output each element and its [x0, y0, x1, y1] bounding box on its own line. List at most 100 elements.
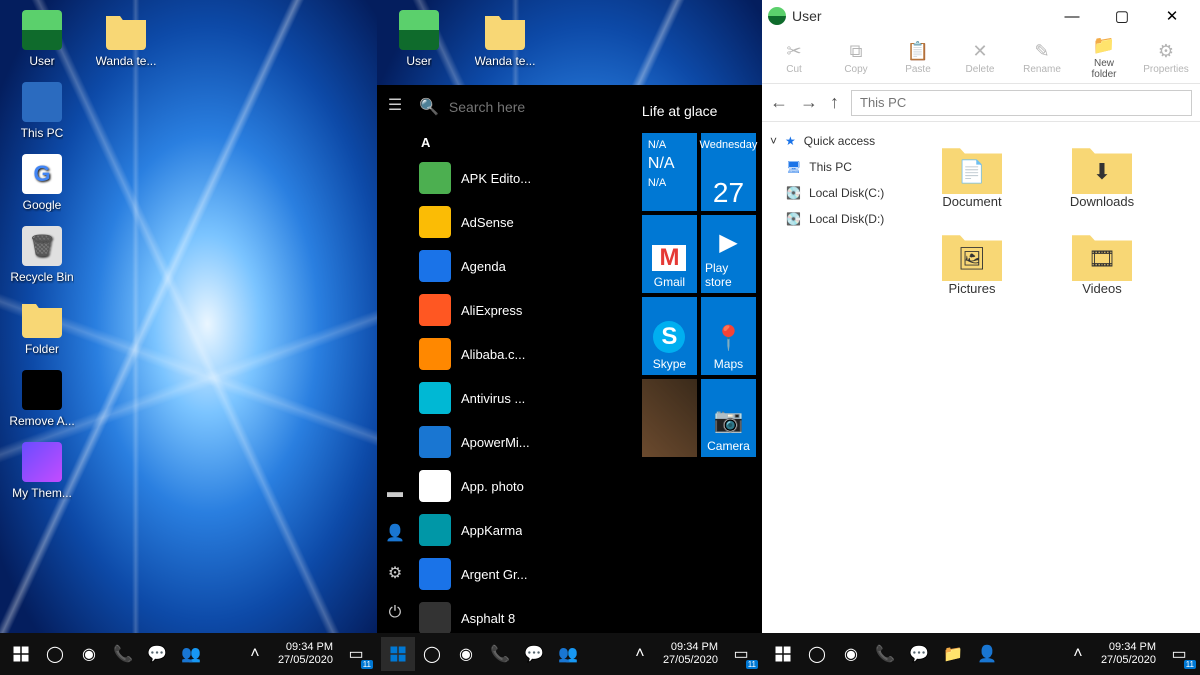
taskbar-clock[interactable]: 09:34 PM27/05/2020	[1095, 641, 1162, 667]
tray-chevron-icon[interactable]: ˄	[1061, 637, 1095, 671]
desktop-icon-mythemes[interactable]: My Them...	[2, 436, 82, 506]
action-center-icon[interactable]: ▭	[1162, 637, 1196, 671]
up-button[interactable]: ↑	[830, 92, 839, 113]
file-explorer-screen: User — ▢ ✕ ✂Cut⧉Copy📋Paste✕Delete✎Rename…	[762, 0, 1200, 675]
ribbon-cut[interactable]: ✂Cut	[772, 41, 816, 75]
start-search[interactable]: 🔍	[413, 85, 636, 129]
forward-button[interactable]: →	[800, 92, 818, 113]
tile-playstore[interactable]: ▶Play store	[701, 215, 756, 293]
tile-gallery[interactable]	[642, 379, 697, 457]
messages-icon[interactable]: 💬	[517, 637, 551, 671]
folder-videos[interactable]: 🎞Videos	[1052, 229, 1152, 296]
action-center-icon[interactable]: ▭	[724, 637, 758, 671]
tile-label: Skype	[653, 357, 686, 371]
start-app-list: 🔍 A APK Edito...AdSenseAgendaAliExpress A…	[413, 85, 636, 633]
desktop-icon-removea[interactable]: Remove A...	[2, 364, 82, 434]
cortana-icon[interactable]: ◯	[38, 637, 72, 671]
phone-icon[interactable]: 📞	[868, 637, 902, 671]
app-item[interactable]: Antivirus ...	[413, 376, 636, 420]
app-item[interactable]: ApowerMi...	[413, 420, 636, 464]
close-button[interactable]: ✕	[1150, 1, 1194, 31]
folder-pictures[interactable]: 🖼Pictures	[922, 229, 1022, 296]
tile-gmail[interactable]: MGmail	[642, 215, 697, 293]
minimize-button[interactable]: —	[1050, 1, 1094, 31]
desktop-icon-wanda[interactable]: Wanda te...	[465, 4, 545, 74]
start-button[interactable]	[4, 637, 38, 671]
chrome-icon[interactable]: ◉	[72, 637, 106, 671]
hamburger-icon[interactable]: ☰	[377, 85, 413, 125]
folder-overlay-icon: 🖼	[950, 243, 994, 275]
address-bar[interactable]	[851, 90, 1192, 116]
taskbar-clock[interactable]: 09:34 PM27/05/2020	[657, 641, 724, 667]
tile-camera[interactable]: 📷Camera	[701, 379, 756, 457]
cortana-icon[interactable]: ◯	[800, 637, 834, 671]
folder-document[interactable]: 📄Document	[922, 142, 1022, 209]
ribbon-paste[interactable]: 📋Paste	[896, 41, 940, 75]
app-item[interactable]: Agenda	[413, 244, 636, 288]
phone-icon[interactable]: 📞	[483, 637, 517, 671]
desktop-icon-user[interactable]: User	[2, 4, 82, 74]
ribbon-properties[interactable]: ⚙Properties	[1144, 41, 1188, 75]
folder-icon: ⬇	[1072, 142, 1132, 194]
folder-downloads[interactable]: ⬇Downloads	[1052, 142, 1152, 209]
contacts-icon[interactable]: 👥	[174, 637, 208, 671]
ribbon: ✂Cut ⧉Copy 📋Paste ✕Delete ✎Rename 📁New folder…	[762, 32, 1200, 84]
start-tiles-panel: Life at glace N/A N/A N/A Wednesday 27 M…	[636, 85, 762, 633]
ribbon-rename[interactable]: ✎Rename	[1020, 41, 1064, 75]
ribbon-delete[interactable]: ✕Delete	[958, 41, 1002, 75]
taskbar-clock[interactable]: 09:34 PM27/05/2020	[272, 641, 339, 667]
search-input[interactable]	[449, 99, 630, 115]
desktop-icon-google[interactable]: GGoogle	[2, 148, 82, 218]
app-item[interactable]: Alibaba.c...	[413, 332, 636, 376]
rail-apps-icon[interactable]: ▬	[377, 473, 413, 513]
sidebar-thispc[interactable]: 🖥This PC	[768, 154, 896, 180]
app-item[interactable]: AliExpress	[413, 288, 636, 332]
tray-chevron-icon[interactable]: ˄	[623, 637, 657, 671]
letter-header[interactable]: A	[413, 129, 636, 156]
explorer-icon[interactable]: 📁	[936, 637, 970, 671]
tile-calendar[interactable]: Wednesday 27	[701, 133, 756, 211]
app-item[interactable]: AppKarma	[413, 508, 636, 552]
action-center-icon[interactable]: ▭	[339, 637, 373, 671]
sidebar-disk-c[interactable]: 💽Local Disk(C:)	[768, 180, 896, 206]
app-label: Alibaba.c...	[461, 347, 525, 362]
cortana-icon[interactable]: ◯	[415, 637, 449, 671]
phone-icon[interactable]: 📞	[106, 637, 140, 671]
chrome-icon[interactable]: ◉	[449, 637, 483, 671]
start-menu: ☰ ▬ 👤 ⚙ ⏻ 🔍 A APK Edito...AdSenseAgendaA…	[377, 85, 762, 633]
app-item[interactable]: Asphalt 8	[413, 596, 636, 633]
desktop-icon-folder[interactable]: Folder	[2, 292, 82, 362]
maximize-button[interactable]: ▢	[1100, 1, 1144, 31]
chrome-icon[interactable]: ◉	[834, 637, 868, 671]
back-button[interactable]: ←	[770, 92, 788, 113]
sidebar-quickaccess[interactable]: ˅★Quick access	[768, 128, 896, 154]
desktop-icon-wanda[interactable]: Wanda te...	[86, 4, 166, 74]
desktop-icon-thispc[interactable]: This PC	[2, 76, 82, 146]
desktop-icon-user[interactable]: User	[379, 4, 459, 74]
start-button[interactable]	[766, 637, 800, 671]
sidebar-disk-d[interactable]: 💽Local Disk(D:)	[768, 206, 896, 232]
tile-skype[interactable]: SSkype	[642, 297, 697, 375]
tile-maps[interactable]: 📍Maps	[701, 297, 756, 375]
rail-settings-icon[interactable]: ⚙	[377, 553, 413, 593]
desktop-icon-recyclebin[interactable]: 🗑Recycle Bin	[2, 220, 82, 290]
ribbon-copy[interactable]: ⧉Copy	[834, 41, 878, 75]
messages-icon[interactable]: 💬	[140, 637, 174, 671]
clock-time: 09:34 PM	[278, 641, 333, 654]
app-item[interactable]: AdSense	[413, 200, 636, 244]
contacts-icon[interactable]: 👥	[551, 637, 585, 671]
tray-chevron-icon[interactable]: ˄	[238, 637, 272, 671]
messages-icon[interactable]: 💬	[902, 637, 936, 671]
ribbon-new-folder[interactable]: 📁New folder	[1082, 35, 1126, 80]
app-item[interactable]: App. photo	[413, 464, 636, 508]
app-item[interactable]: APK Edito...	[413, 156, 636, 200]
tile-weather[interactable]: N/A N/A N/A	[642, 133, 697, 211]
app-item[interactable]: Argent Gr...	[413, 552, 636, 596]
start-button[interactable]	[381, 637, 415, 671]
rail-user-icon[interactable]: 👤	[377, 513, 413, 553]
tile-label: Gmail	[654, 275, 685, 289]
account-icon[interactable]: 👤	[970, 637, 1004, 671]
folder-label: Document	[942, 194, 1001, 209]
app-label: AppKarma	[461, 523, 522, 538]
rail-power-icon[interactable]: ⏻	[377, 593, 413, 633]
